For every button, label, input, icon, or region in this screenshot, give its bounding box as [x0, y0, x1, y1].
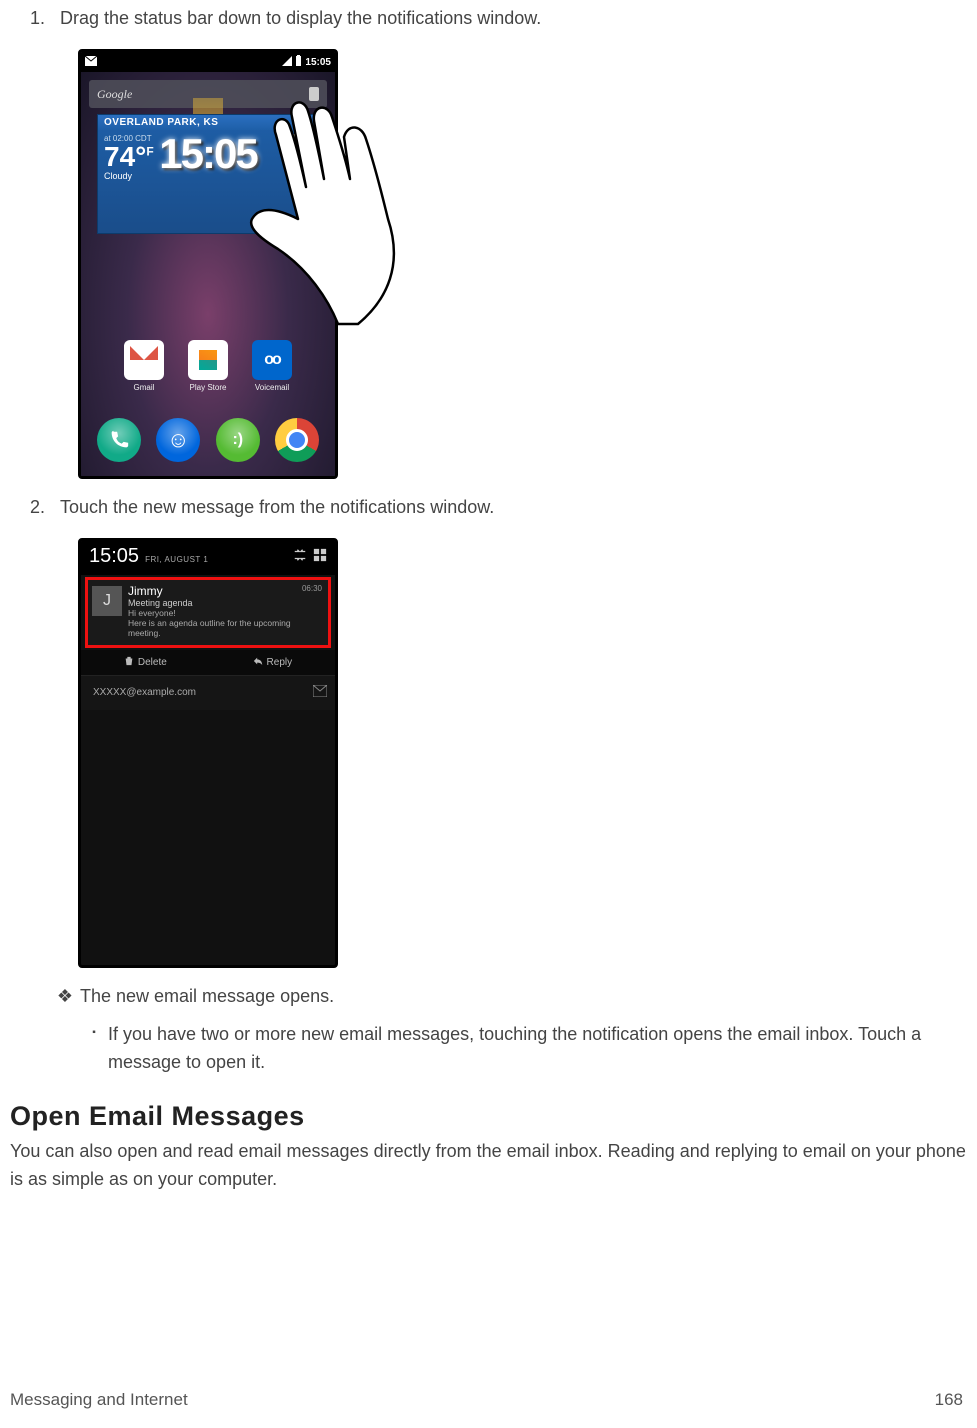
- step-1-number: 1.: [30, 8, 60, 29]
- statusbar-time: 15:05: [305, 57, 331, 68]
- step-2-number: 2.: [30, 497, 60, 518]
- app-play-store: Play Store: [186, 340, 230, 392]
- shade-date: FRI, AUGUST 1: [145, 555, 208, 564]
- app-gmail-label: Gmail: [122, 383, 166, 392]
- account-email: XXXXX@example.com: [93, 687, 313, 698]
- avatar: J: [92, 586, 122, 616]
- app-play-label: Play Store: [186, 383, 230, 392]
- shade-time: 15:05: [89, 545, 139, 568]
- notif-subject: Meeting agenda: [128, 598, 322, 608]
- profile-switch-icon: [293, 548, 307, 567]
- step-1: 1. Drag the status bar down to display t…: [30, 8, 967, 29]
- signal-icon: [282, 56, 292, 69]
- weather-location: OVERLAND PARK, KS: [98, 115, 318, 130]
- section-heading: Open Email Messages: [10, 1101, 967, 1132]
- notification-email: J Jimmy 06:30 Meeting agenda Hi everyone…: [85, 577, 331, 648]
- reply-action: Reply: [253, 656, 293, 669]
- battery-icon: [295, 55, 302, 69]
- voicemail-icon: [252, 340, 292, 380]
- trash-icon: [124, 656, 134, 669]
- contacts-icon: ☺: [156, 418, 200, 462]
- app-voicemail-label: Voicemail: [250, 383, 294, 392]
- mail-icon: [313, 684, 327, 702]
- phone-homescreen: 15:05 Google OVERLAND PARK, KS at 02:00 …: [78, 49, 338, 479]
- notif-body-line2: Here is an agenda outline for the upcomi…: [128, 618, 322, 638]
- mail-icon: [85, 56, 97, 69]
- gmail-icon: [124, 340, 164, 380]
- step-2-text: Touch the new message from the notificat…: [60, 497, 967, 518]
- status-bar: 15:05: [81, 52, 335, 72]
- notif-actions: Delete Reply: [81, 650, 335, 676]
- delete-action: Delete: [124, 656, 167, 669]
- notif-body-line1: Hi everyone!: [128, 608, 322, 618]
- footer-page-number: 168: [935, 1390, 963, 1410]
- sub-bullet-text: If you have two or more new email messag…: [108, 1021, 967, 1077]
- clock-overlay: 15:05: [81, 130, 335, 178]
- app-voicemail: Voicemail: [250, 340, 294, 392]
- chrome-icon: [275, 418, 319, 462]
- step-2: 2. Touch the new message from the notifi…: [30, 497, 967, 518]
- play-store-icon: [188, 340, 228, 380]
- step-1-text: Drag the status bar down to display the …: [60, 8, 967, 29]
- section-paragraph: You can also open and read email message…: [10, 1138, 967, 1194]
- page-footer: Messaging and Internet 168: [10, 1390, 963, 1410]
- notif-time: 06:30: [302, 584, 322, 593]
- weather-provider: AccuWeather: [264, 222, 312, 231]
- square-bullet-icon: ▪: [80, 1021, 108, 1077]
- messaging-icon: [216, 418, 260, 462]
- sub-bullet: ▪ If you have two or more new email mess…: [80, 1021, 967, 1077]
- screenshot-2: 15:05 FRI, AUGUST 1 J Jimmy 06:30 Meetin…: [78, 538, 967, 968]
- footer-section: Messaging and Internet: [10, 1390, 188, 1410]
- shade-header: 15:05 FRI, AUGUST 1: [81, 541, 335, 575]
- phone-notification-shade: 15:05 FRI, AUGUST 1 J Jimmy 06:30 Meetin…: [78, 538, 338, 968]
- app-gmail: Gmail: [122, 340, 166, 392]
- result-bullet: ❖ The new email message opens.: [50, 986, 967, 1007]
- dock: ☺: [81, 412, 335, 468]
- notif-sender: Jimmy: [128, 584, 322, 598]
- mic-icon: [309, 87, 319, 101]
- quick-settings-icon: [313, 548, 327, 567]
- account-row: XXXXX@example.com: [81, 676, 335, 710]
- reply-icon: [253, 656, 263, 669]
- phone-icon: [97, 418, 141, 462]
- screenshot-1: 15:05 Google OVERLAND PARK, KS at 02:00 …: [78, 49, 378, 479]
- diamond-bullet-icon: ❖: [50, 986, 80, 1007]
- search-placeholder: Google: [97, 87, 132, 102]
- app-row: Gmail Play Store Voicemail: [81, 340, 335, 392]
- result-bullet-text: The new email message opens.: [80, 986, 334, 1007]
